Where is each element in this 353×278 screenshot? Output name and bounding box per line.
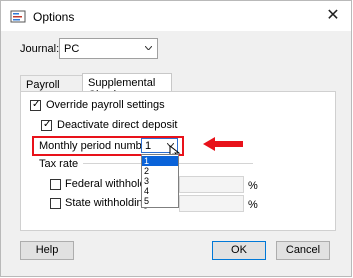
journal-select[interactable]: PC	[59, 38, 158, 59]
options-icon	[10, 10, 26, 23]
federal-unit: %	[248, 180, 258, 192]
dropdown-option[interactable]: 2	[142, 166, 178, 176]
monthly-period-value: 1	[145, 140, 152, 152]
arrow-icon	[203, 137, 243, 151]
check-icon: ✓	[43, 119, 52, 130]
override-checkbox[interactable]: ✓	[30, 99, 41, 111]
window-title: Options	[33, 10, 75, 24]
federal-input[interactable]	[179, 176, 244, 193]
cancel-button[interactable]: Cancel	[276, 241, 330, 260]
deactivate-label: Deactivate direct deposit	[57, 119, 178, 131]
deactivate-checkbox[interactable]: ✓	[41, 119, 52, 131]
monthly-period-label: Monthly period number:	[39, 140, 155, 152]
dropdown-option[interactable]: 3	[142, 176, 178, 186]
options-dialog: Options ✕ Journal: PC Payroll Checks Sup…	[0, 0, 352, 277]
chevron-down-icon	[145, 46, 152, 50]
close-button[interactable]: ✕	[323, 7, 343, 25]
help-button[interactable]: Help	[20, 241, 74, 260]
state-input[interactable]	[179, 195, 244, 212]
state-unit: %	[248, 199, 258, 211]
title-bar: Options ✕	[1, 1, 351, 31]
ok-button[interactable]: OK	[212, 241, 266, 260]
dropdown-option[interactable]: 1	[142, 156, 178, 166]
dropdown-option[interactable]: 5	[142, 196, 178, 206]
override-label: Override payroll settings	[46, 99, 165, 111]
journal-label: Journal:	[20, 43, 60, 55]
state-checkbox[interactable]	[50, 198, 61, 209]
check-icon: ✓	[32, 99, 41, 110]
monthly-period-select[interactable]: 1	[141, 138, 181, 159]
tax-rate-label: Tax rate	[39, 158, 79, 170]
journal-value: PC	[64, 43, 80, 55]
monthly-period-dropdown: 1 2 3 4 5	[141, 154, 179, 208]
tab-supplemental-checks[interactable]: Supplemental Checks	[82, 73, 172, 101]
dropdown-option[interactable]: 4	[142, 186, 178, 196]
federal-checkbox[interactable]	[50, 179, 61, 190]
